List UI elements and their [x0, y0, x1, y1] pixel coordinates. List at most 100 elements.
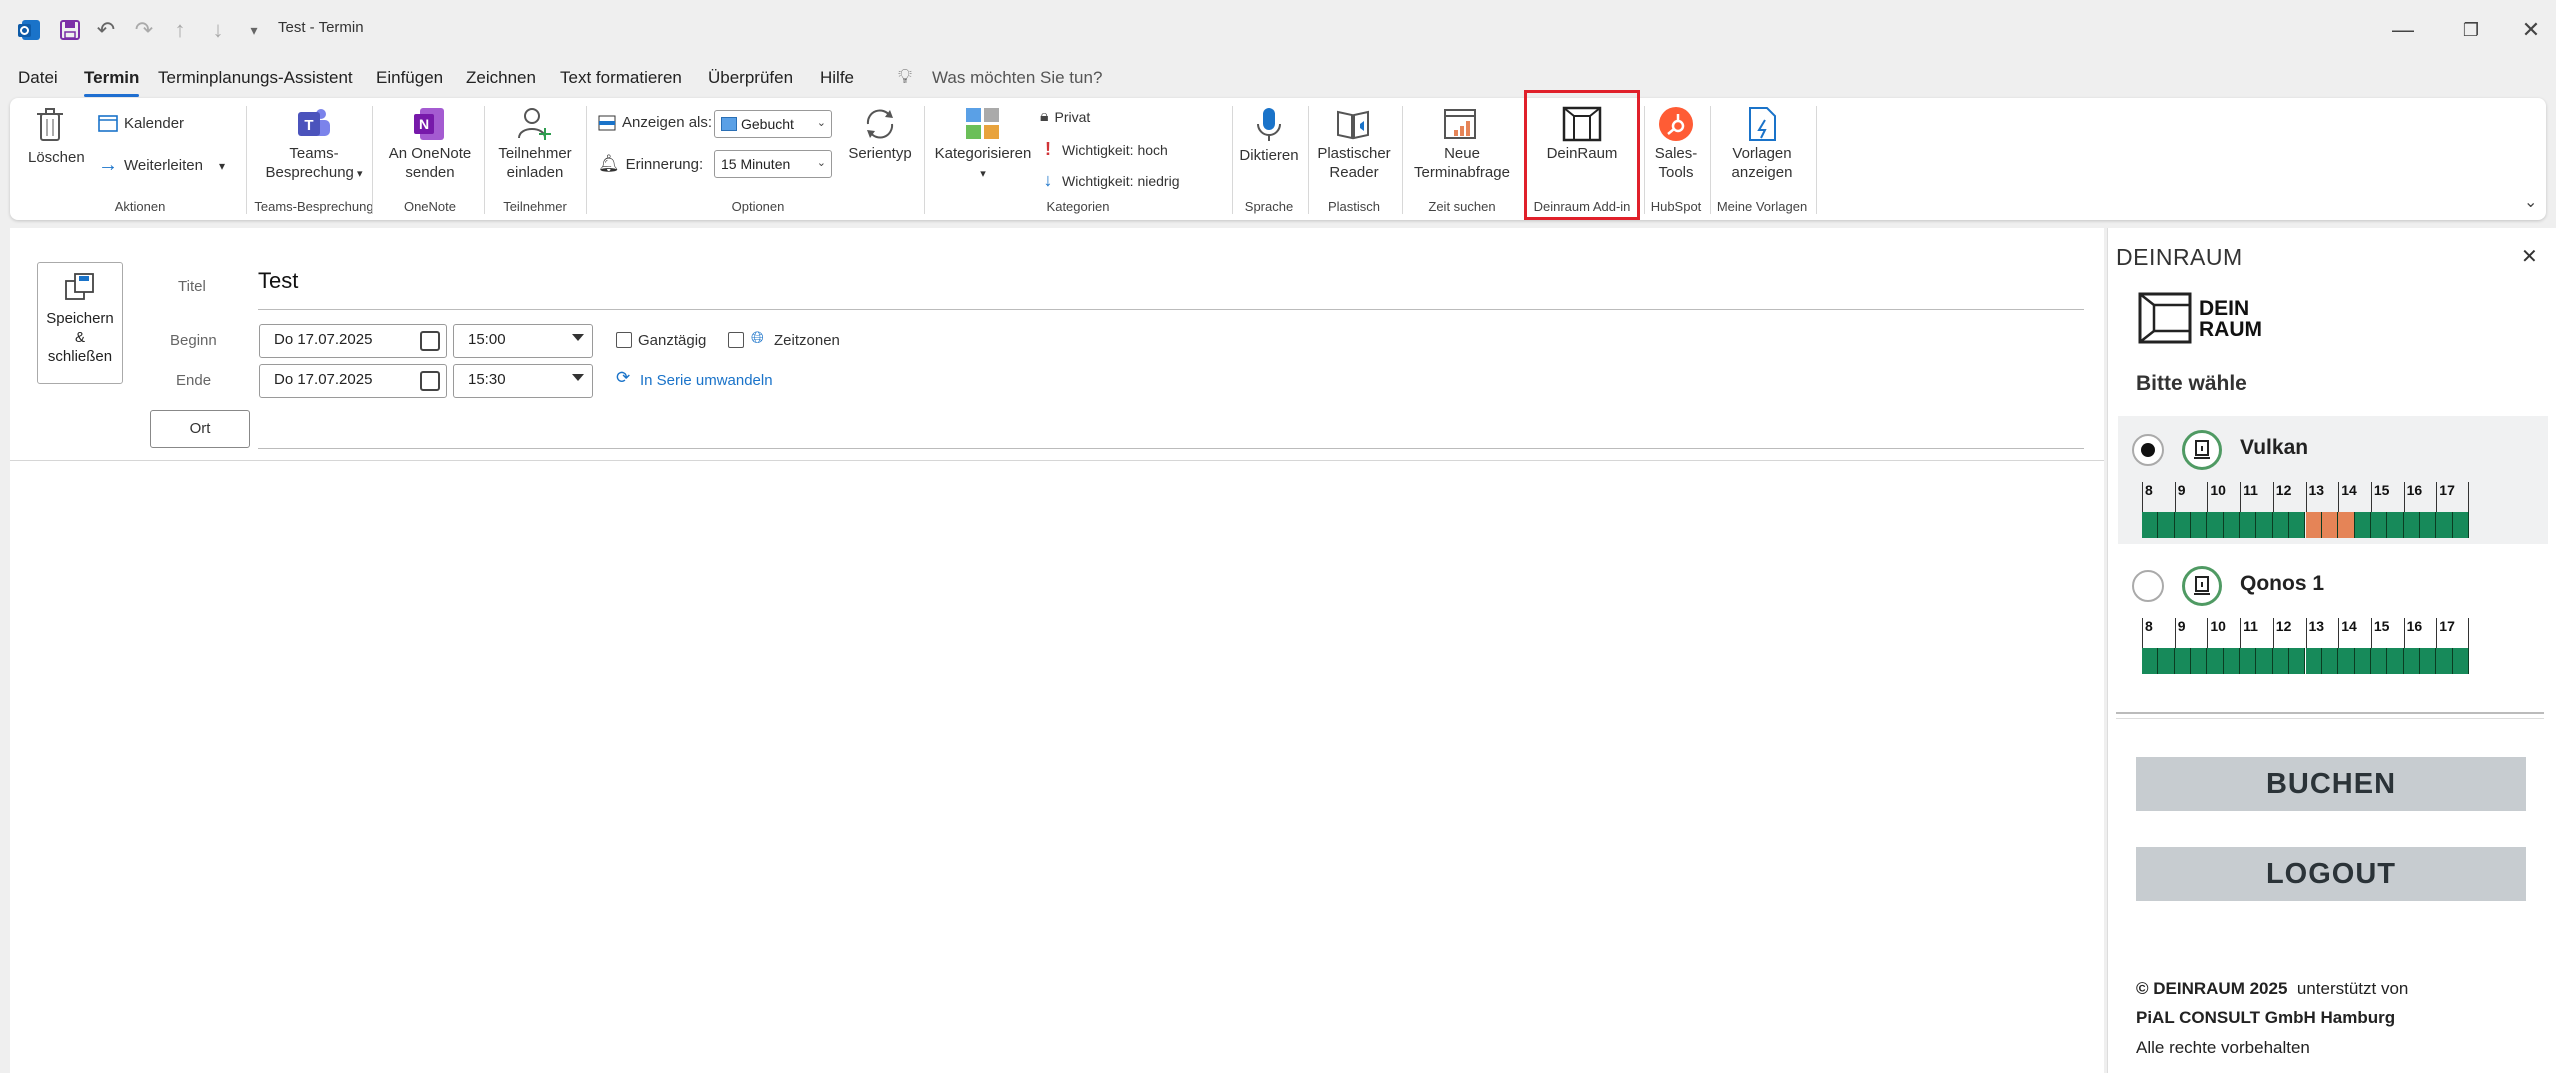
arrow-down-icon[interactable]: ↓ — [204, 16, 232, 44]
high-importance-button[interactable]: ! Wichtigkeit: hoch — [1040, 139, 1168, 160]
location-button[interactable]: Ort — [150, 410, 250, 448]
minimize-icon[interactable]: — — [2380, 12, 2426, 48]
menu-ueberpruefen[interactable]: Überprüfen — [708, 68, 793, 88]
sales-tools-label-2: Tools — [1658, 164, 1694, 181]
room-row-qonos[interactable]: Qonos 1 8 9 10 11 12 13 14 15 16 17 — [2118, 552, 2548, 680]
room-row-vulkan[interactable]: Vulkan 8 9 10 11 12 13 14 15 16 17 — [2118, 416, 2548, 544]
save-close-button[interactable]: Speichern & schließen — [37, 262, 123, 384]
menu-zeichnen[interactable]: Zeichnen — [466, 68, 536, 88]
arrow-up-icon[interactable]: ↑ — [166, 16, 194, 44]
categorize-button[interactable]: Kategorisieren ▾ — [928, 106, 1038, 184]
title-input[interactable]: Test — [258, 268, 2084, 310]
deinraum-panel: DEINRAUM ✕ DEIN RAUM Bitte wähle Vulkan … — [2107, 228, 2556, 1073]
deinraum-logo-icon — [2138, 292, 2192, 344]
ribbon-collapse-chevron-icon[interactable]: ⌄ — [2524, 192, 2537, 212]
slot-free — [2370, 648, 2388, 674]
invite-label-2: einladen — [506, 164, 564, 181]
separator — [10, 460, 2104, 461]
make-recurring-link[interactable]: In Serie umwandeln — [640, 372, 773, 389]
panel-close-icon[interactable]: ✕ — [2521, 244, 2538, 269]
private-button[interactable]: 🔒︎ Privat — [1040, 108, 1090, 126]
all-day-checkbox[interactable] — [616, 332, 632, 348]
slot-free — [2223, 512, 2241, 538]
menu-einfuegen[interactable]: Einfügen — [376, 68, 443, 88]
logout-button[interactable]: LOGOUT — [2136, 847, 2526, 901]
redo-icon[interactable]: ↷ — [130, 16, 158, 44]
start-time-select[interactable]: 15:00 — [453, 324, 593, 358]
body-editor[interactable] — [10, 462, 2104, 1073]
end-time-select[interactable]: 15:30 — [453, 364, 593, 398]
room-radio-qonos[interactable] — [2132, 570, 2164, 602]
new-poll-button[interactable]: Neue Terminabfrage — [1406, 106, 1518, 182]
end-label: Ende — [176, 372, 212, 389]
panel-header: DEINRAUM — [2116, 244, 2243, 270]
separator — [586, 106, 587, 214]
time-zones-checkbox[interactable] — [728, 332, 744, 348]
hour-label: 11 — [2243, 482, 2258, 498]
hour-tick — [2142, 482, 2143, 512]
show-templates-button[interactable]: Vorlagen anzeigen — [1714, 106, 1810, 182]
end-date-input[interactable]: Do 17.07.2025 — [259, 364, 447, 398]
hour-label: 13 — [2308, 482, 2325, 498]
menu-termin[interactable]: Termin — [84, 68, 140, 97]
choose-prompt: Bitte wähle — [2136, 372, 2247, 395]
delete-button[interactable]: Löschen — [28, 106, 85, 167]
menu-datei[interactable]: Datei — [18, 68, 58, 88]
slot-free — [2321, 648, 2339, 674]
onenote-button[interactable]: N An OneNote senden — [382, 106, 478, 182]
deinraum-logo — [2138, 292, 2192, 348]
book-button[interactable]: BUCHEN — [2136, 757, 2526, 811]
restore-icon[interactable]: ❐ — [2448, 12, 2494, 48]
teams-meeting-button[interactable]: T Teams- Besprechung ▾ — [254, 106, 374, 184]
recurrence-button[interactable]: Serientyp — [840, 106, 920, 163]
separator — [1308, 106, 1309, 214]
delete-label: Löschen — [28, 149, 85, 166]
show-as-select[interactable]: Gebucht ⌄ — [714, 110, 832, 138]
svg-text:N: N — [419, 116, 429, 132]
categorize-icon — [966, 108, 999, 139]
hour-label: 14 — [2341, 618, 2357, 634]
group-vorlagen: Meine Vorlagen — [1716, 199, 1808, 214]
hour-tick — [2370, 618, 2372, 648]
customize-qat-icon[interactable]: ▾ — [240, 16, 268, 44]
hour-tick — [2370, 482, 2372, 512]
start-date-input[interactable]: Do 17.07.2025 — [259, 324, 447, 358]
save-icon[interactable] — [56, 16, 84, 44]
menu-text-formatieren[interactable]: Text formatieren — [560, 68, 682, 88]
add-person-icon — [518, 108, 551, 140]
slot-free — [2289, 512, 2306, 538]
room-radio-vulkan[interactable] — [2132, 434, 2164, 466]
menu-terminplanungs-assistent[interactable]: Terminplanungs-Assistent — [158, 68, 353, 88]
close-icon[interactable]: ✕ — [2508, 12, 2554, 48]
calendar-button[interactable]: Kalender — [98, 114, 184, 132]
low-importance-button[interactable]: ↓ Wichtigkeit: niedrig — [1040, 170, 1180, 191]
sales-tools-label-1: Sales- — [1654, 145, 1698, 162]
room-name: Vulkan — [2240, 436, 2309, 459]
separator — [1402, 106, 1403, 214]
forward-button[interactable]: → Weiterleiten ▾ — [98, 154, 225, 177]
teams-label-1: Teams- — [289, 145, 339, 162]
hour-label: 13 — [2308, 618, 2325, 634]
slot-free — [2387, 512, 2404, 538]
reminder-select[interactable]: 15 Minuten ⌄ — [714, 150, 832, 178]
menu-hilfe[interactable]: Hilfe — [820, 68, 854, 88]
sales-tools-button[interactable]: Sales- Tools — [1646, 106, 1706, 182]
undo-icon[interactable]: ↶ — [92, 16, 120, 44]
location-input-underline[interactable] — [258, 448, 2084, 449]
separator — [1710, 106, 1711, 214]
slot-free — [2354, 648, 2371, 674]
bell-icon: 🔔︎ — [598, 154, 620, 173]
separator — [1644, 106, 1645, 214]
deinraum-button[interactable]: DeinRaum — [1530, 106, 1634, 163]
hour-label: 8 — [2145, 618, 2153, 634]
hour-tick — [2240, 618, 2242, 648]
dictate-button[interactable]: Diktieren — [1236, 106, 1302, 165]
show-as-label-row: Anzeigen als: — [598, 114, 712, 131]
immersive-reader-button[interactable]: Plastischer Reader — [1312, 106, 1396, 182]
immersive-label-2: Reader — [1329, 164, 1379, 181]
calendar-icon — [420, 331, 440, 351]
tell-me-search[interactable]: Was möchten Sie tun? — [932, 68, 1102, 88]
forward-label: Weiterleiten — [124, 157, 203, 174]
hour-tick — [2272, 482, 2274, 512]
invite-attendees-button[interactable]: Teilnehmer einladen — [490, 106, 580, 182]
